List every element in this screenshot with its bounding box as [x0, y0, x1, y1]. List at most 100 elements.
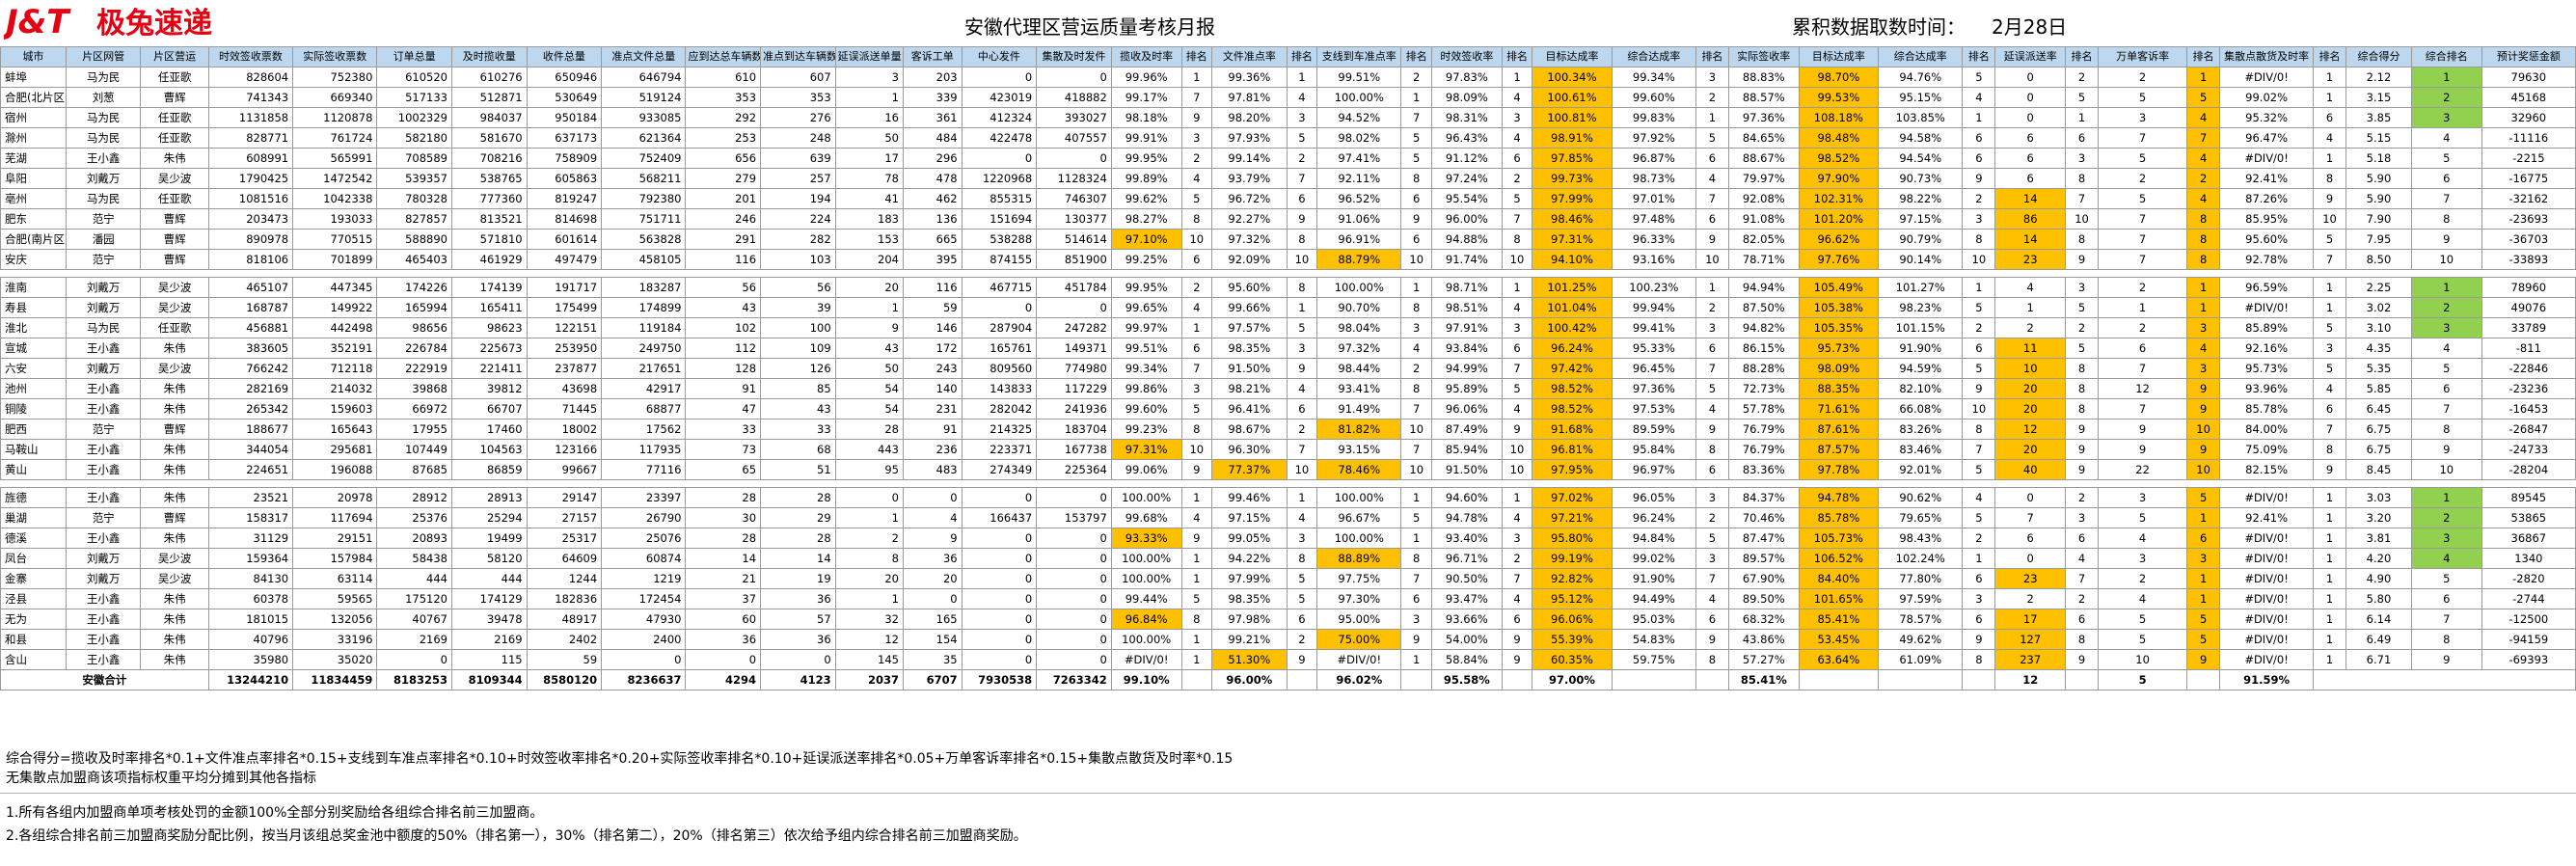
- column-header: 排名: [2313, 46, 2347, 68]
- column-header: 排名: [1962, 46, 1996, 68]
- table-cell: 637173: [526, 127, 603, 149]
- table-cell: 393027: [1036, 107, 1112, 128]
- table-cell: 0: [1994, 487, 2067, 508]
- table-cell: 1: [1695, 107, 1729, 128]
- table-cell: 1220968: [961, 168, 1038, 189]
- table-cell: 2: [1400, 358, 1432, 379]
- score-formula: 综合得分=揽收及时率排名*0.1+文件准点率排名*0.15+支线到车准点率排名*…: [6, 751, 1234, 767]
- table-cell: 96.05%: [1611, 487, 1696, 508]
- column-header: 支线到车准点率: [1316, 46, 1402, 68]
- table-cell: 442498: [292, 317, 378, 338]
- table-cell: 88.89%: [1316, 548, 1402, 569]
- table-cell: 99.97%: [1110, 317, 1182, 338]
- table-cell: 97.85%: [1532, 148, 1613, 169]
- table-cell: 99.86%: [1110, 378, 1182, 399]
- table-cell: 650946: [526, 67, 603, 88]
- table-cell: 肥西: [0, 419, 67, 440]
- table-cell: 3: [1501, 528, 1533, 549]
- table-cell: 203: [902, 67, 963, 88]
- table-cell: 6: [2313, 107, 2347, 128]
- table-cell: 99.53%: [1798, 87, 1880, 108]
- table-cell: 241936: [1036, 398, 1112, 419]
- table-cell: 4: [1286, 378, 1318, 399]
- table-cell: 86: [1994, 208, 2067, 230]
- table-cell: 94.54%: [1878, 148, 1964, 169]
- table-cell: 97.30%: [1316, 588, 1402, 609]
- table-cell: 任亚歌: [140, 107, 209, 128]
- table-cell: 47: [685, 398, 762, 419]
- total-cell: 7263342: [1036, 669, 1112, 690]
- table-cell: 97.15%: [1211, 507, 1288, 528]
- table-cell: 79.65%: [1878, 507, 1964, 528]
- table-cell: 383605: [207, 338, 294, 359]
- table-cell: 8: [2065, 378, 2100, 399]
- table-cell: 范宁: [65, 507, 142, 528]
- table-cell: 54.83%: [1611, 629, 1696, 650]
- table-cell: 23: [1994, 249, 2067, 270]
- table-cell: 1: [1180, 649, 1213, 670]
- table-cell: 9: [2098, 419, 2188, 440]
- table-cell: 3.20: [2346, 507, 2412, 528]
- table-cell: 4: [2098, 528, 2188, 549]
- table-cell: 249750: [601, 338, 687, 359]
- table-cell: 101.04%: [1532, 297, 1613, 318]
- table-cell: 84.37%: [1727, 487, 1800, 508]
- table-cell: 97.32%: [1316, 338, 1402, 359]
- table-cell: 39868: [376, 378, 452, 399]
- table-cell: 0: [1036, 487, 1112, 508]
- table-cell: -23693: [2481, 208, 2576, 230]
- table-cell: 96.71%: [1430, 548, 1503, 569]
- table-cell: 巢湖: [0, 507, 67, 528]
- table-cell: 214032: [292, 378, 378, 399]
- table-cell: 1: [2410, 67, 2482, 88]
- table-cell: 94.94%: [1727, 277, 1800, 298]
- table-cell: 朱伟: [140, 629, 209, 650]
- table-cell: 14: [1994, 188, 2067, 209]
- table-cell: 5: [2313, 229, 2347, 250]
- table-cell: 43698: [526, 378, 603, 399]
- table-cell: 4: [2313, 127, 2347, 149]
- table-cell: 6: [1286, 188, 1318, 209]
- table-cell: 2: [2065, 588, 2100, 609]
- table-cell: 99.51%: [1316, 67, 1402, 88]
- table-cell: 王小鑫: [65, 629, 142, 650]
- table-cell: 225673: [450, 338, 528, 359]
- table-cell: 237: [1994, 649, 2067, 670]
- table-cell: 236: [902, 439, 963, 460]
- table-cell: 28912: [376, 487, 452, 508]
- table-cell: 99.73%: [1532, 168, 1613, 189]
- table-cell: 6: [1180, 338, 1213, 359]
- table-cell: 539357: [376, 168, 452, 189]
- table-cell: 94.60%: [1430, 487, 1503, 508]
- table-cell: 9: [1962, 629, 1996, 650]
- table-cell: 92.16%: [2219, 338, 2315, 359]
- table-cell: 14: [1994, 229, 2067, 250]
- table-cell: 5: [1962, 358, 1996, 379]
- table-cell: 33196: [292, 629, 378, 650]
- table-cell: 1: [2065, 107, 2100, 128]
- table-cell: 23: [1994, 568, 2067, 589]
- table-cell: 352191: [292, 338, 378, 359]
- table-cell: 223371: [961, 439, 1038, 460]
- table-cell: 100.42%: [1532, 317, 1613, 338]
- table-cell: 1: [2410, 277, 2482, 298]
- table-cell: 98.21%: [1211, 378, 1288, 399]
- table-cell: 5: [1180, 588, 1213, 609]
- table-cell: 王小鑫: [65, 609, 142, 630]
- table-cell: 780328: [376, 188, 452, 209]
- table-cell: 97.78%: [1798, 459, 1880, 480]
- table-cell: 94.59%: [1878, 358, 1964, 379]
- table-cell: 17460: [450, 419, 528, 440]
- column-header: 文件准点率: [1211, 46, 1288, 68]
- table-cell: 0: [1036, 649, 1112, 670]
- table-cell: 9: [1501, 629, 1533, 650]
- table-cell: 2: [2098, 67, 2188, 88]
- table-cell: 91.90%: [1878, 338, 1964, 359]
- table-cell: 291: [685, 229, 762, 250]
- table-cell: 曹辉: [140, 87, 209, 108]
- table-cell: 605863: [526, 168, 603, 189]
- table-header-row: 城市 片区网管 片区营运 时效签收票数 实际签收票数 订单总量 及时揽收量 收件总量 准点文件总…: [0, 46, 2576, 68]
- table-cell: 23397: [601, 487, 687, 508]
- table-cell: 1: [1400, 528, 1432, 549]
- table-cell: 4: [902, 507, 963, 528]
